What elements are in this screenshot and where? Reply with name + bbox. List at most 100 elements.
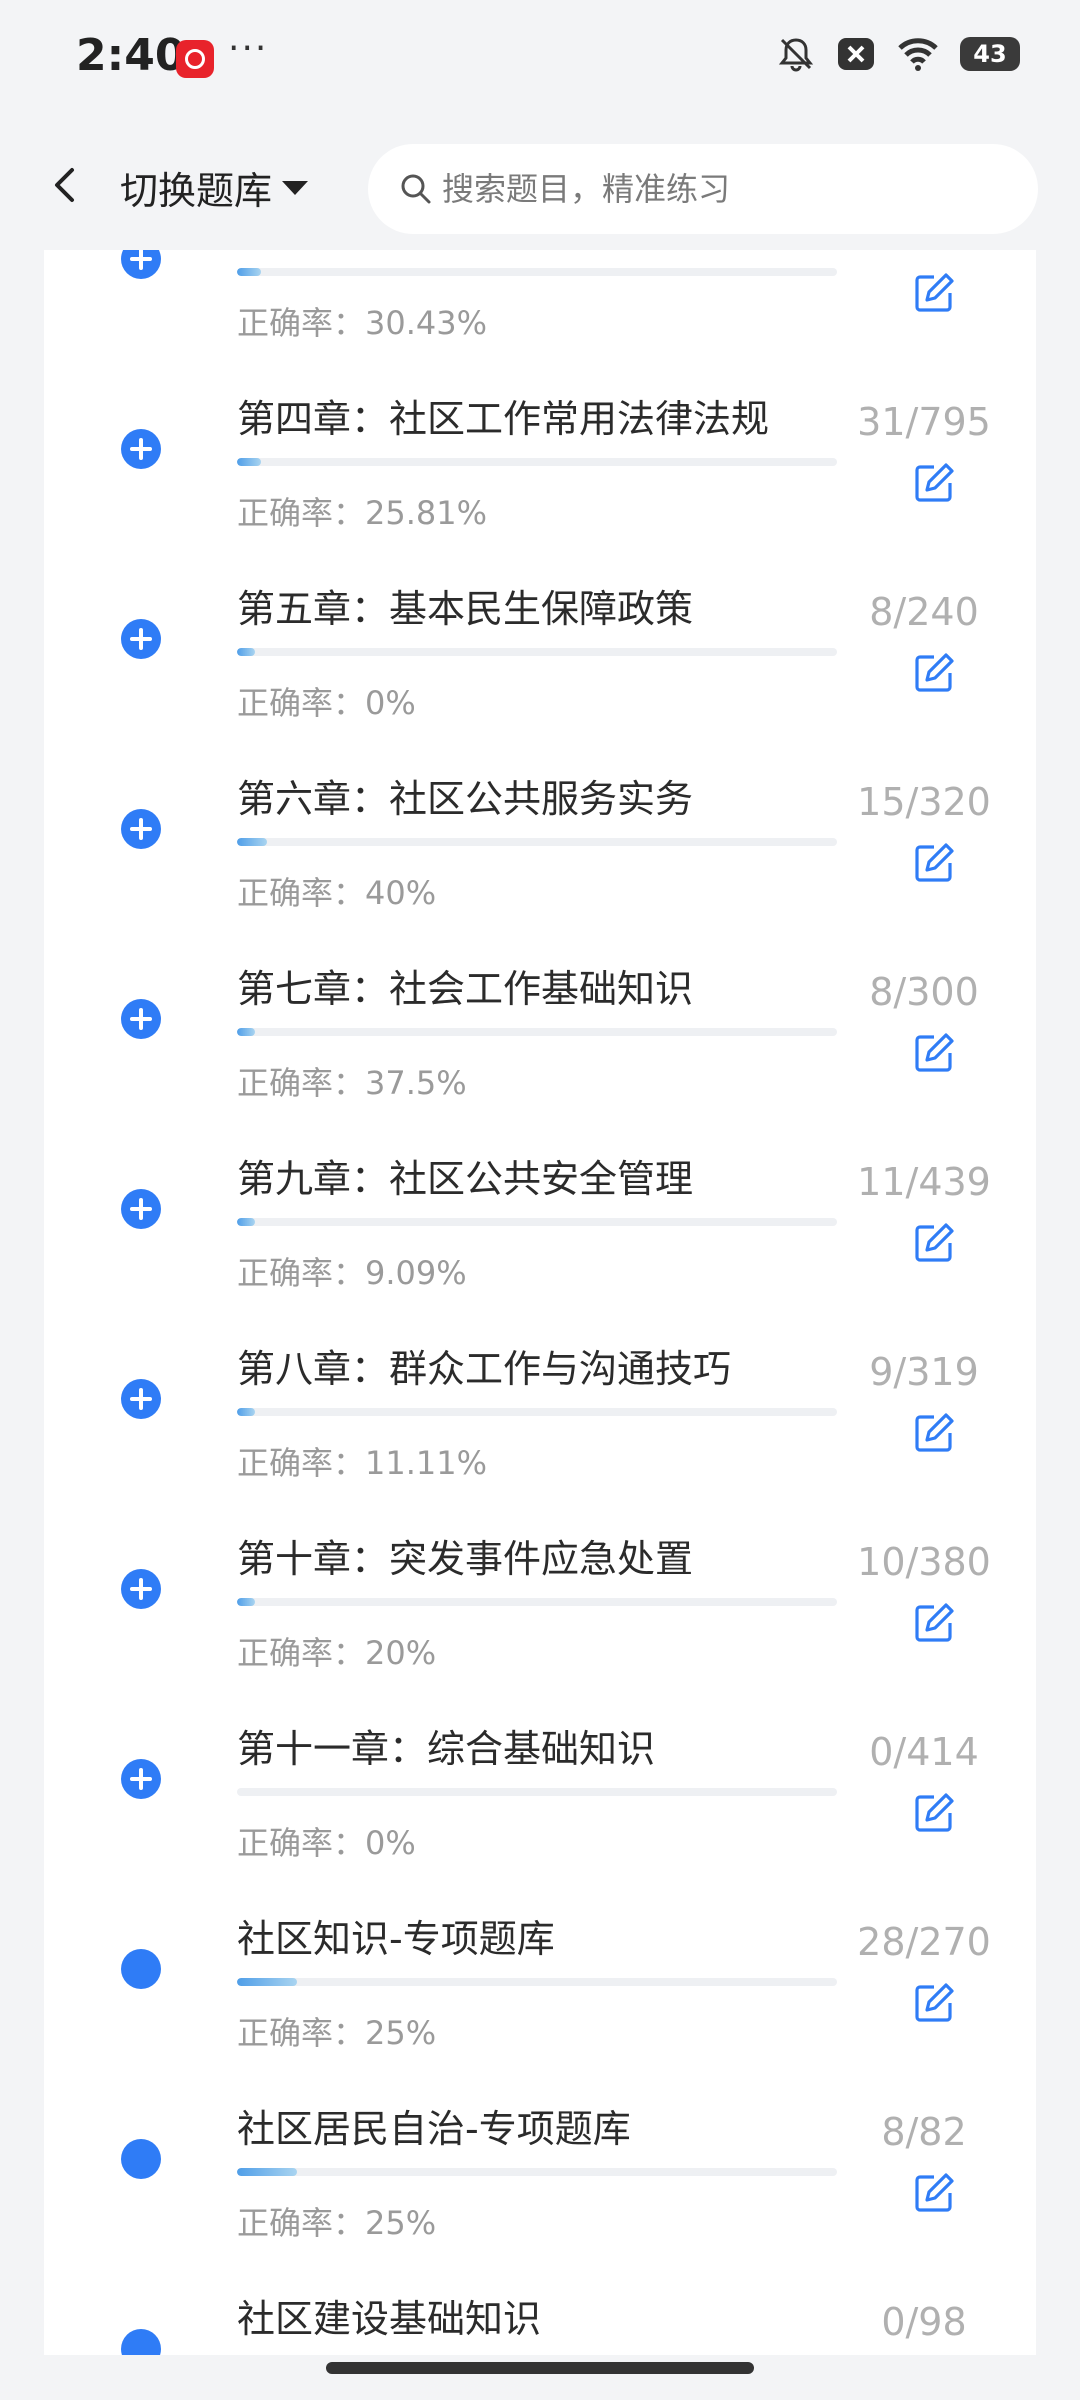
question-count: 0/414: [869, 1730, 979, 1774]
progress-bar-fill: [237, 458, 261, 466]
accuracy-value: 37.5%: [365, 1064, 467, 1102]
chapter-row[interactable]: 第十章：突发事件应急处置 正确率：20% 10/380: [44, 1490, 1036, 1680]
expand-plus-icon[interactable]: [121, 1759, 161, 1799]
accuracy-label: 正确率：: [237, 494, 366, 532]
expand-plus-icon[interactable]: [121, 429, 161, 469]
question-count: 31/795: [857, 400, 991, 444]
chapter-title: 第七章：社会工作基础知识: [237, 967, 694, 1011]
netease-music-icon: [176, 40, 214, 78]
edit-icon[interactable]: [912, 2171, 956, 2215]
switch-question-bank-label: 切换题库: [120, 169, 273, 213]
chapter-row[interactable]: 正确率：30.43%: [44, 250, 1036, 350]
chapter-row[interactable]: 第十一章：综合基础知识 正确率：0% 0/414: [44, 1680, 1036, 1870]
search-input[interactable]: [440, 169, 1004, 209]
accuracy-value: 0%: [365, 1824, 416, 1862]
home-indicator[interactable]: [326, 2362, 754, 2374]
expand-plus-icon[interactable]: [121, 1569, 161, 1609]
question-count: 11/439: [857, 1160, 991, 1204]
search-bar[interactable]: [368, 144, 1038, 234]
edit-icon[interactable]: [912, 1601, 956, 1645]
chapter-title: 第六章：社区公共服务实务: [237, 777, 694, 821]
edit-icon[interactable]: [912, 651, 956, 695]
accuracy-text: 正确率：9.09%: [237, 1248, 467, 1294]
chapter-title: 第十一章：综合基础知识: [237, 1727, 656, 1771]
progress-bar: [237, 1978, 837, 1986]
accuracy-value: 11.11%: [365, 1444, 488, 1482]
chapter-row[interactable]: 第四章：社区工作常用法律法规 正确率：25.81% 31/795: [44, 350, 1036, 540]
battery-icon: 43: [960, 37, 1020, 71]
progress-bar: [237, 1788, 837, 1796]
progress-bar: [237, 1408, 837, 1416]
accuracy-label: 正确率：: [237, 1444, 366, 1482]
chapter-row[interactable]: 社区建设基础知识 0/98: [44, 2250, 1036, 2355]
chevron-left-icon[interactable]: [40, 160, 90, 210]
chapter-list-card: 正确率：30.43% 第四章：社区工作常用法律法规 正确率：25.81% 31/795…: [44, 250, 1036, 2355]
question-count: 9/319: [869, 1350, 979, 1394]
expand-plus-icon[interactable]: [121, 809, 161, 849]
search-icon: [401, 174, 431, 204]
chapter-row[interactable]: 第七章：社会工作基础知识正确率：37.5% 8/300: [44, 920, 1036, 1110]
question-count: 15/320: [857, 780, 991, 824]
expand-plus-icon[interactable]: [121, 250, 161, 279]
progress-bar: [237, 648, 837, 656]
chapter-dot-icon: [121, 2329, 161, 2355]
more-notifications-icon: ···: [228, 28, 269, 69]
accuracy-value: 0%: [365, 684, 416, 722]
edit-icon[interactable]: [912, 1411, 956, 1455]
question-count: 8/240: [869, 590, 979, 634]
question-count: 0/98: [881, 2300, 967, 2344]
chapter-title: 社区居民自治-专项题库: [237, 2107, 631, 2151]
chapter-title: 第八章：群众工作与沟通技巧: [237, 1347, 732, 1391]
progress-bar-fill: [237, 1218, 255, 1226]
progress-bar-fill: [237, 1408, 255, 1416]
chapter-row[interactable]: 社区知识-专项题库 正确率：25% 28/270: [44, 1870, 1036, 2060]
edit-icon[interactable]: [912, 271, 956, 315]
accuracy-text: 正确率：20%: [237, 1628, 436, 1674]
question-count: 8/300: [869, 970, 979, 1014]
accuracy-value: 25%: [365, 2014, 437, 2052]
accuracy-value: 30.43%: [365, 304, 488, 342]
accuracy-label: 正确率：: [237, 1254, 366, 1292]
edit-icon[interactable]: [912, 1031, 956, 1075]
wifi-icon: [898, 38, 938, 71]
switch-question-bank-button[interactable]: 切换题库: [120, 160, 309, 215]
chapter-row[interactable]: 第六章：社区公共服务实务 正确率：40% 15/320: [44, 730, 1036, 920]
progress-bar: [237, 1218, 837, 1226]
accuracy-label: 正确率：: [237, 1064, 366, 1102]
edit-icon[interactable]: [912, 1791, 956, 1835]
progress-bar-fill: [237, 838, 267, 846]
expand-plus-icon[interactable]: [121, 1379, 161, 1419]
chapter-row[interactable]: 第五章：基本民生保障政策 正确率：0% 8/240: [44, 540, 1036, 730]
expand-plus-icon[interactable]: [121, 619, 161, 659]
chapter-row[interactable]: 第八章：群众工作与沟通技巧正确率：11.11% 9/319: [44, 1300, 1036, 1490]
edit-icon[interactable]: [912, 1981, 956, 2025]
caret-down-icon: [282, 180, 309, 195]
question-count: 10/380: [857, 1540, 991, 1584]
chapter-dot-icon: [121, 2139, 161, 2179]
chapter-row[interactable]: 第九章：社区公共安全管理 正确率：9.09% 11/439: [44, 1110, 1036, 1300]
progress-bar-fill: [237, 268, 261, 276]
accuracy-text: 正确率：40%: [237, 868, 436, 914]
progress-bar: [237, 458, 837, 466]
progress-bar: [237, 2168, 837, 2176]
question-count: 28/270: [857, 1920, 991, 1964]
chapter-title: 第十章：突发事件应急处置: [237, 1537, 694, 1581]
expand-plus-icon[interactable]: [121, 1189, 161, 1229]
edit-icon[interactable]: [912, 461, 956, 505]
chapter-row[interactable]: 社区居民自治-专项题库 正确率：25% 8/82: [44, 2060, 1036, 2250]
chapter-title: 社区知识-专项题库: [237, 1917, 555, 1961]
accuracy-text: 正确率：0%: [237, 1818, 416, 1864]
chapter-title: 第九章：社区公共安全管理: [237, 1157, 694, 1201]
accuracy-text: 正确率：25%: [237, 2198, 436, 2244]
progress-bar: [237, 838, 837, 846]
edit-icon[interactable]: [912, 841, 956, 885]
status-icons: 43: [776, 34, 1020, 74]
close-box-icon: [838, 38, 874, 70]
progress-bar: [237, 268, 837, 276]
edit-icon[interactable]: [912, 1221, 956, 1265]
accuracy-value: 9.09%: [365, 1254, 467, 1292]
accuracy-label: 正确率：: [237, 1824, 366, 1862]
chapter-list: 正确率：30.43% 第四章：社区工作常用法律法规 正确率：25.81% 31/795…: [44, 250, 1036, 2355]
accuracy-label: 正确率：: [237, 2204, 366, 2242]
expand-plus-icon[interactable]: [121, 999, 161, 1039]
